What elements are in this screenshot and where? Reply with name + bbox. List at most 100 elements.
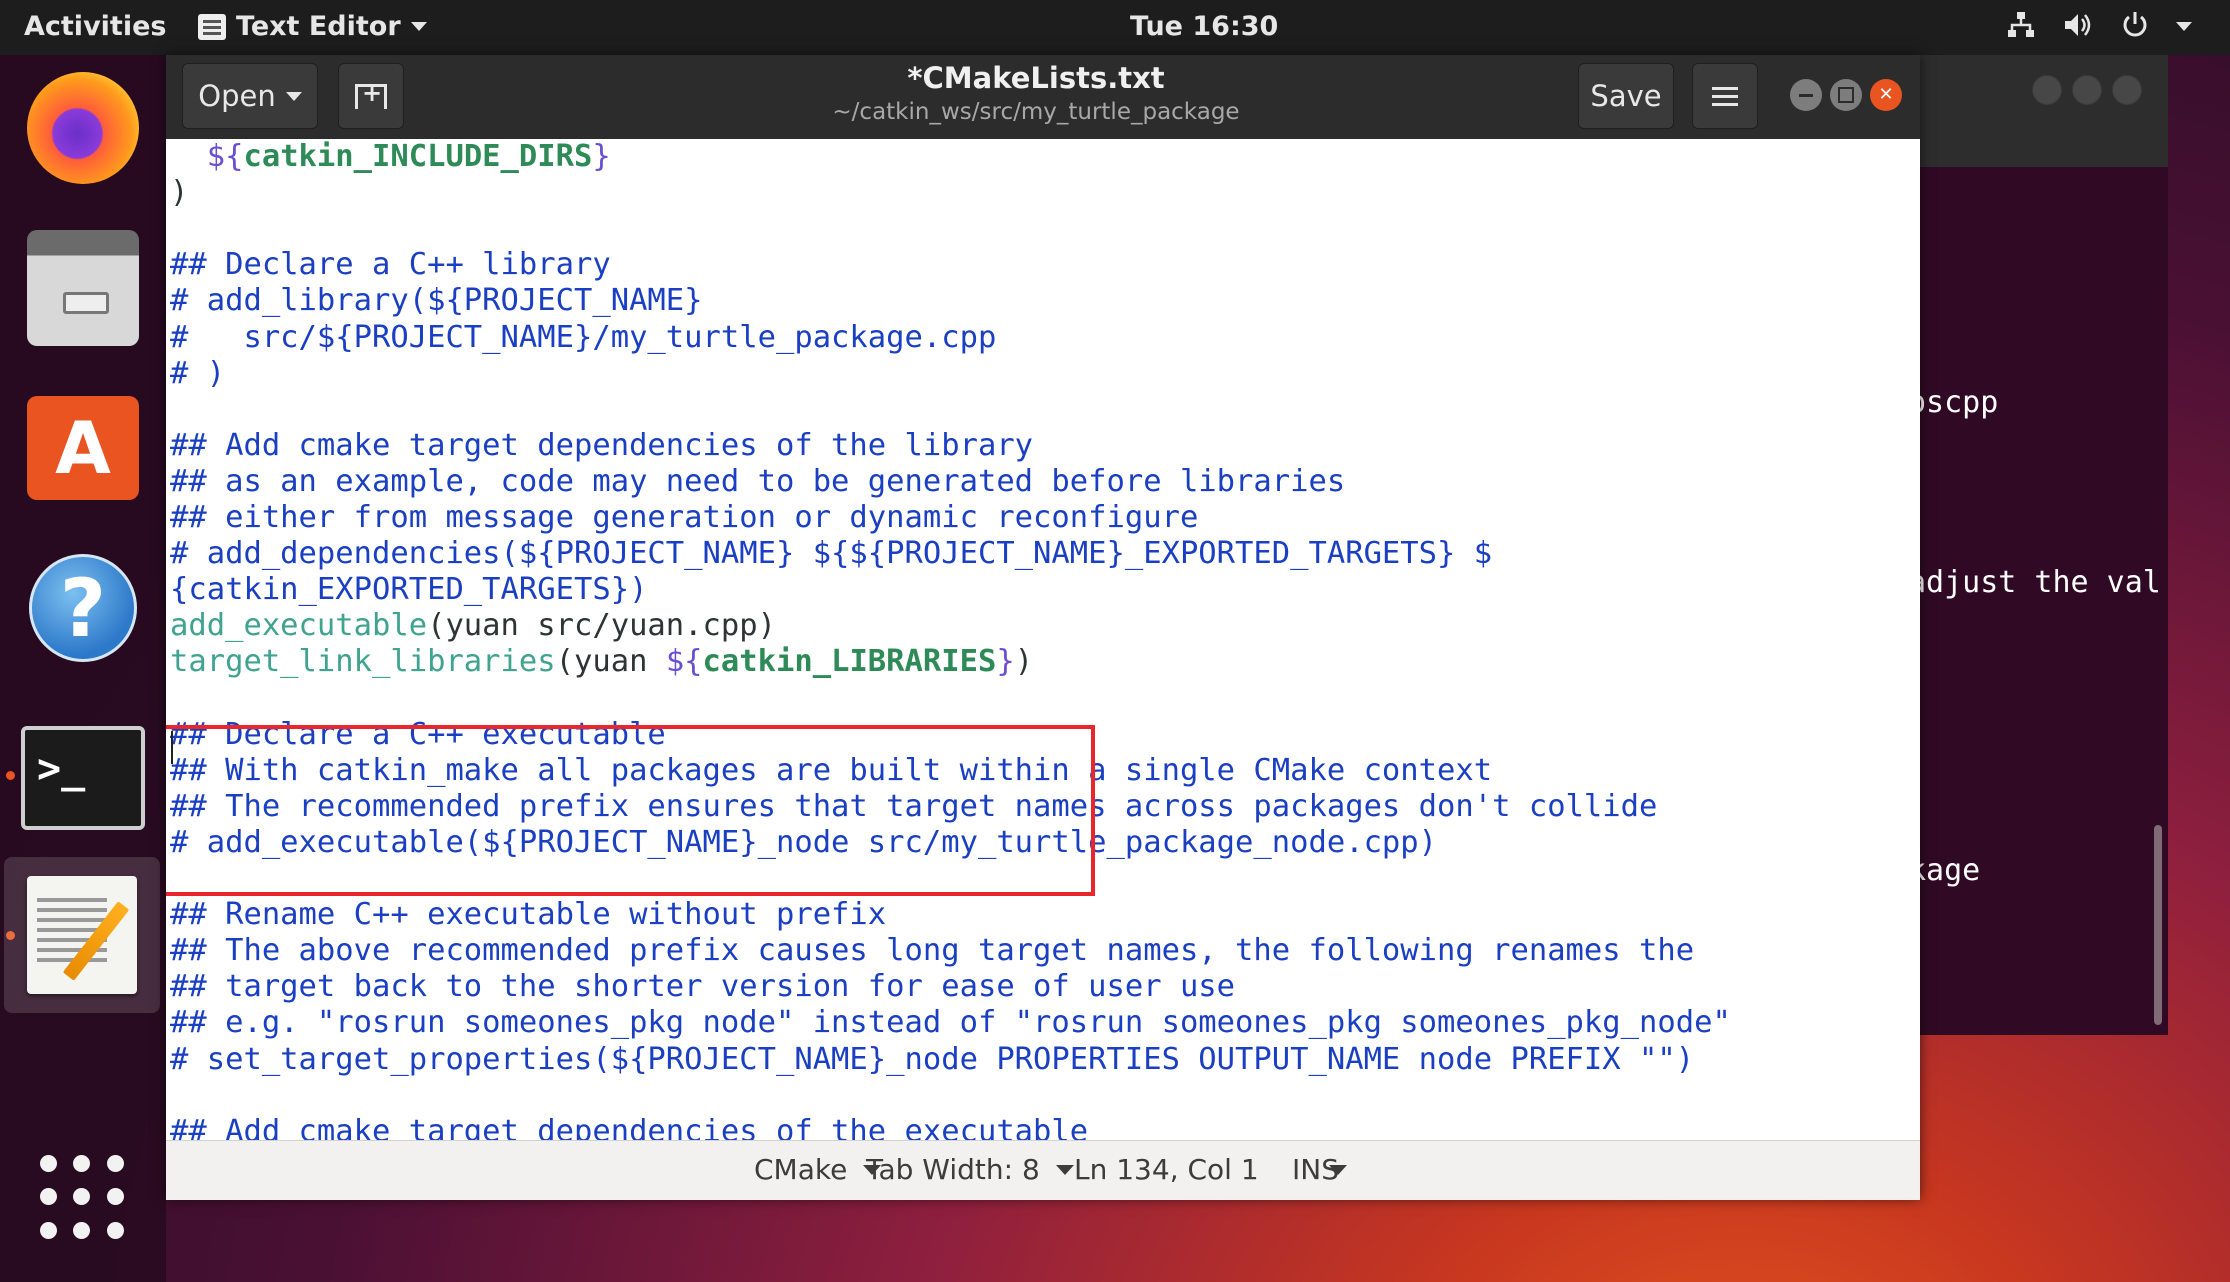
code-token: target_link_libraries — [170, 644, 556, 680]
code-token: # src/${PROJECT_NAME}/my_turtle_package.… — [170, 319, 997, 355]
new-document-icon — [355, 79, 387, 109]
chevron-down-icon — [1055, 1164, 1074, 1175]
status-bar: CMake Tab Width: 8 Ln 134, Col 1 INS — [166, 1140, 1920, 1200]
insert-mode-label: INS — [1292, 1153, 1339, 1186]
power-icon — [2120, 10, 2150, 48]
code-line: {catkin_EXPORTED_TARGETS}) — [170, 572, 647, 608]
code-line: ) — [170, 175, 188, 211]
chevron-down-icon — [410, 22, 427, 31]
code-token: add_executable — [170, 608, 428, 644]
code-token: ) — [1014, 644, 1034, 680]
code-line: # add_library(${PROJECT_NAME} — [170, 283, 703, 319]
show-apps-grid-icon[interactable] — [40, 1155, 126, 1241]
system-tray[interactable] — [2006, 10, 2192, 48]
code-line: ## target back to the shorter version fo… — [170, 969, 1235, 1005]
code-token: # add_library(${PROJECT_NAME} — [170, 283, 703, 319]
code-token: # add_dependencies(${PROJECT_NAME} ${${P… — [170, 536, 1493, 572]
code-line: add_executable(yuan src/yuan.cpp) — [170, 608, 776, 644]
chevron-down-icon — [285, 91, 302, 101]
top-bar: Activities Text Editor Tue 16:30 — [0, 0, 2230, 55]
code-token: catkin_LIBRARIES — [702, 644, 997, 680]
maximize-icon[interactable] — [2072, 75, 2102, 105]
code-token: } — [592, 139, 611, 174]
header-bar: Open *CMakeLists.txt ~/catkin_ws/src/my_… — [166, 55, 1920, 140]
insert-mode-indicator: INS — [1292, 1153, 1339, 1186]
code-token: ) — [170, 175, 189, 211]
language-label: CMake — [754, 1153, 848, 1186]
new-document-button[interactable] — [338, 63, 404, 129]
clock[interactable]: Tue 16:30 — [1130, 11, 1278, 42]
activities-button[interactable]: Activities — [24, 11, 166, 42]
network-icon — [2006, 10, 2036, 48]
close-icon[interactable] — [2112, 75, 2142, 105]
code-token: # set_target_properties(${PROJECT_NAME}_… — [170, 1041, 1695, 1077]
code-token: ${ — [206, 139, 244, 174]
text-editor-window: Open *CMakeLists.txt ~/catkin_ws/src/my_… — [166, 55, 1920, 1200]
code-token: ## Add cmake target dependencies of the … — [170, 427, 1034, 463]
text-editor-area[interactable]: ${catkin_INCLUDE_DIRS}) ## Declare a C++ … — [166, 139, 1920, 1140]
menu-button[interactable] — [1692, 63, 1758, 129]
code-token: ## as an example, code may need to be ge… — [170, 463, 1346, 499]
open-button[interactable]: Open — [182, 63, 318, 129]
dock-software[interactable]: A — [20, 385, 146, 511]
code-line: target_link_libraries(yuan ${catkin_LIBR… — [170, 644, 1033, 680]
code-token: } — [996, 644, 1015, 680]
code-token: ## Add cmake target dependencies of the … — [170, 1113, 1089, 1140]
code-token: ## The above recommended prefix causes l… — [170, 933, 1695, 969]
code-token: ## either from message generation or dyn… — [170, 500, 1199, 535]
dock-text-editor[interactable] — [4, 857, 160, 1013]
code-token: (yuan src/yuan.cpp) — [427, 608, 776, 644]
dock-help[interactable]: ? — [20, 545, 146, 671]
code-line: ## either from message generation or dyn… — [170, 500, 1198, 536]
close-button[interactable] — [1870, 79, 1902, 111]
app-menu[interactable]: Text Editor — [198, 11, 427, 42]
running-indicator — [6, 771, 15, 780]
dock: A ? >_ — [0, 55, 166, 1282]
minimize-icon[interactable] — [2032, 75, 2062, 105]
code-token: ## target back to the shorter version fo… — [170, 969, 1236, 1005]
dock-terminal[interactable]: >_ — [20, 715, 146, 841]
code-line: ## Rename C++ executable without prefix — [170, 897, 886, 933]
volume-icon — [2062, 10, 2094, 48]
code-line: ## Declare a C++ library — [170, 247, 611, 283]
code-line: # src/${PROJECT_NAME}/my_turtle_package.… — [170, 320, 996, 356]
code-line: ${catkin_INCLUDE_DIRS} — [170, 139, 611, 175]
terminal-scrollbar[interactable] — [2154, 825, 2162, 1025]
app-menu-label: Text Editor — [236, 11, 401, 42]
open-button-label: Open — [198, 79, 276, 113]
highlight-box — [166, 725, 1095, 896]
code-line: # add_dependencies(${PROJECT_NAME} ${${P… — [170, 536, 1492, 572]
help-icon: ? — [29, 554, 137, 662]
code-line: ## Add cmake target dependencies of the … — [170, 428, 1033, 464]
code-line: ## e.g. "rosrun someones_pkg node" inste… — [170, 1005, 1731, 1041]
files-icon — [27, 230, 139, 346]
terminal-text: oscpp — [1908, 385, 1999, 420]
code-token: ## Declare a C++ library — [170, 247, 611, 283]
firefox-icon — [27, 72, 139, 184]
dock-files[interactable] — [20, 225, 146, 351]
chevron-down-icon — [2176, 22, 2192, 31]
code-token: ${ — [665, 644, 703, 680]
code-line: ## The above recommended prefix causes l… — [170, 933, 1694, 969]
text-editor-icon — [198, 13, 226, 40]
dock-firefox[interactable] — [20, 65, 146, 191]
maximize-button[interactable] — [1830, 79, 1862, 111]
code-token: catkin_INCLUDE_DIRS — [243, 139, 593, 174]
tab-width-label: Tab Width: 8 — [866, 1153, 1040, 1186]
cursor-position-label: Ln 134, Col 1 — [1074, 1153, 1259, 1186]
terminal-icon: >_ — [21, 726, 145, 830]
language-selector[interactable]: CMake — [754, 1153, 882, 1186]
terminal-text: adjust the val — [1908, 565, 2161, 600]
terminal-window-background[interactable]: oscpp adjust the val kage — [1890, 55, 2168, 1035]
hamburger-icon — [1712, 94, 1738, 98]
code-token: {catkin_EXPORTED_TARGETS}) — [170, 572, 648, 608]
minimize-button[interactable] — [1790, 79, 1822, 111]
window-title: *CMakeLists.txt — [907, 61, 1165, 95]
save-button[interactable]: Save — [1578, 63, 1674, 129]
software-center-icon: A — [27, 396, 139, 500]
code-token: (yuan — [555, 644, 666, 680]
code-token: ## Rename C++ executable without prefix — [170, 897, 887, 933]
tab-width-selector[interactable]: Tab Width: 8 — [866, 1153, 1074, 1186]
code-token: ## e.g. "rosrun someones_pkg node" inste… — [170, 1005, 1731, 1041]
